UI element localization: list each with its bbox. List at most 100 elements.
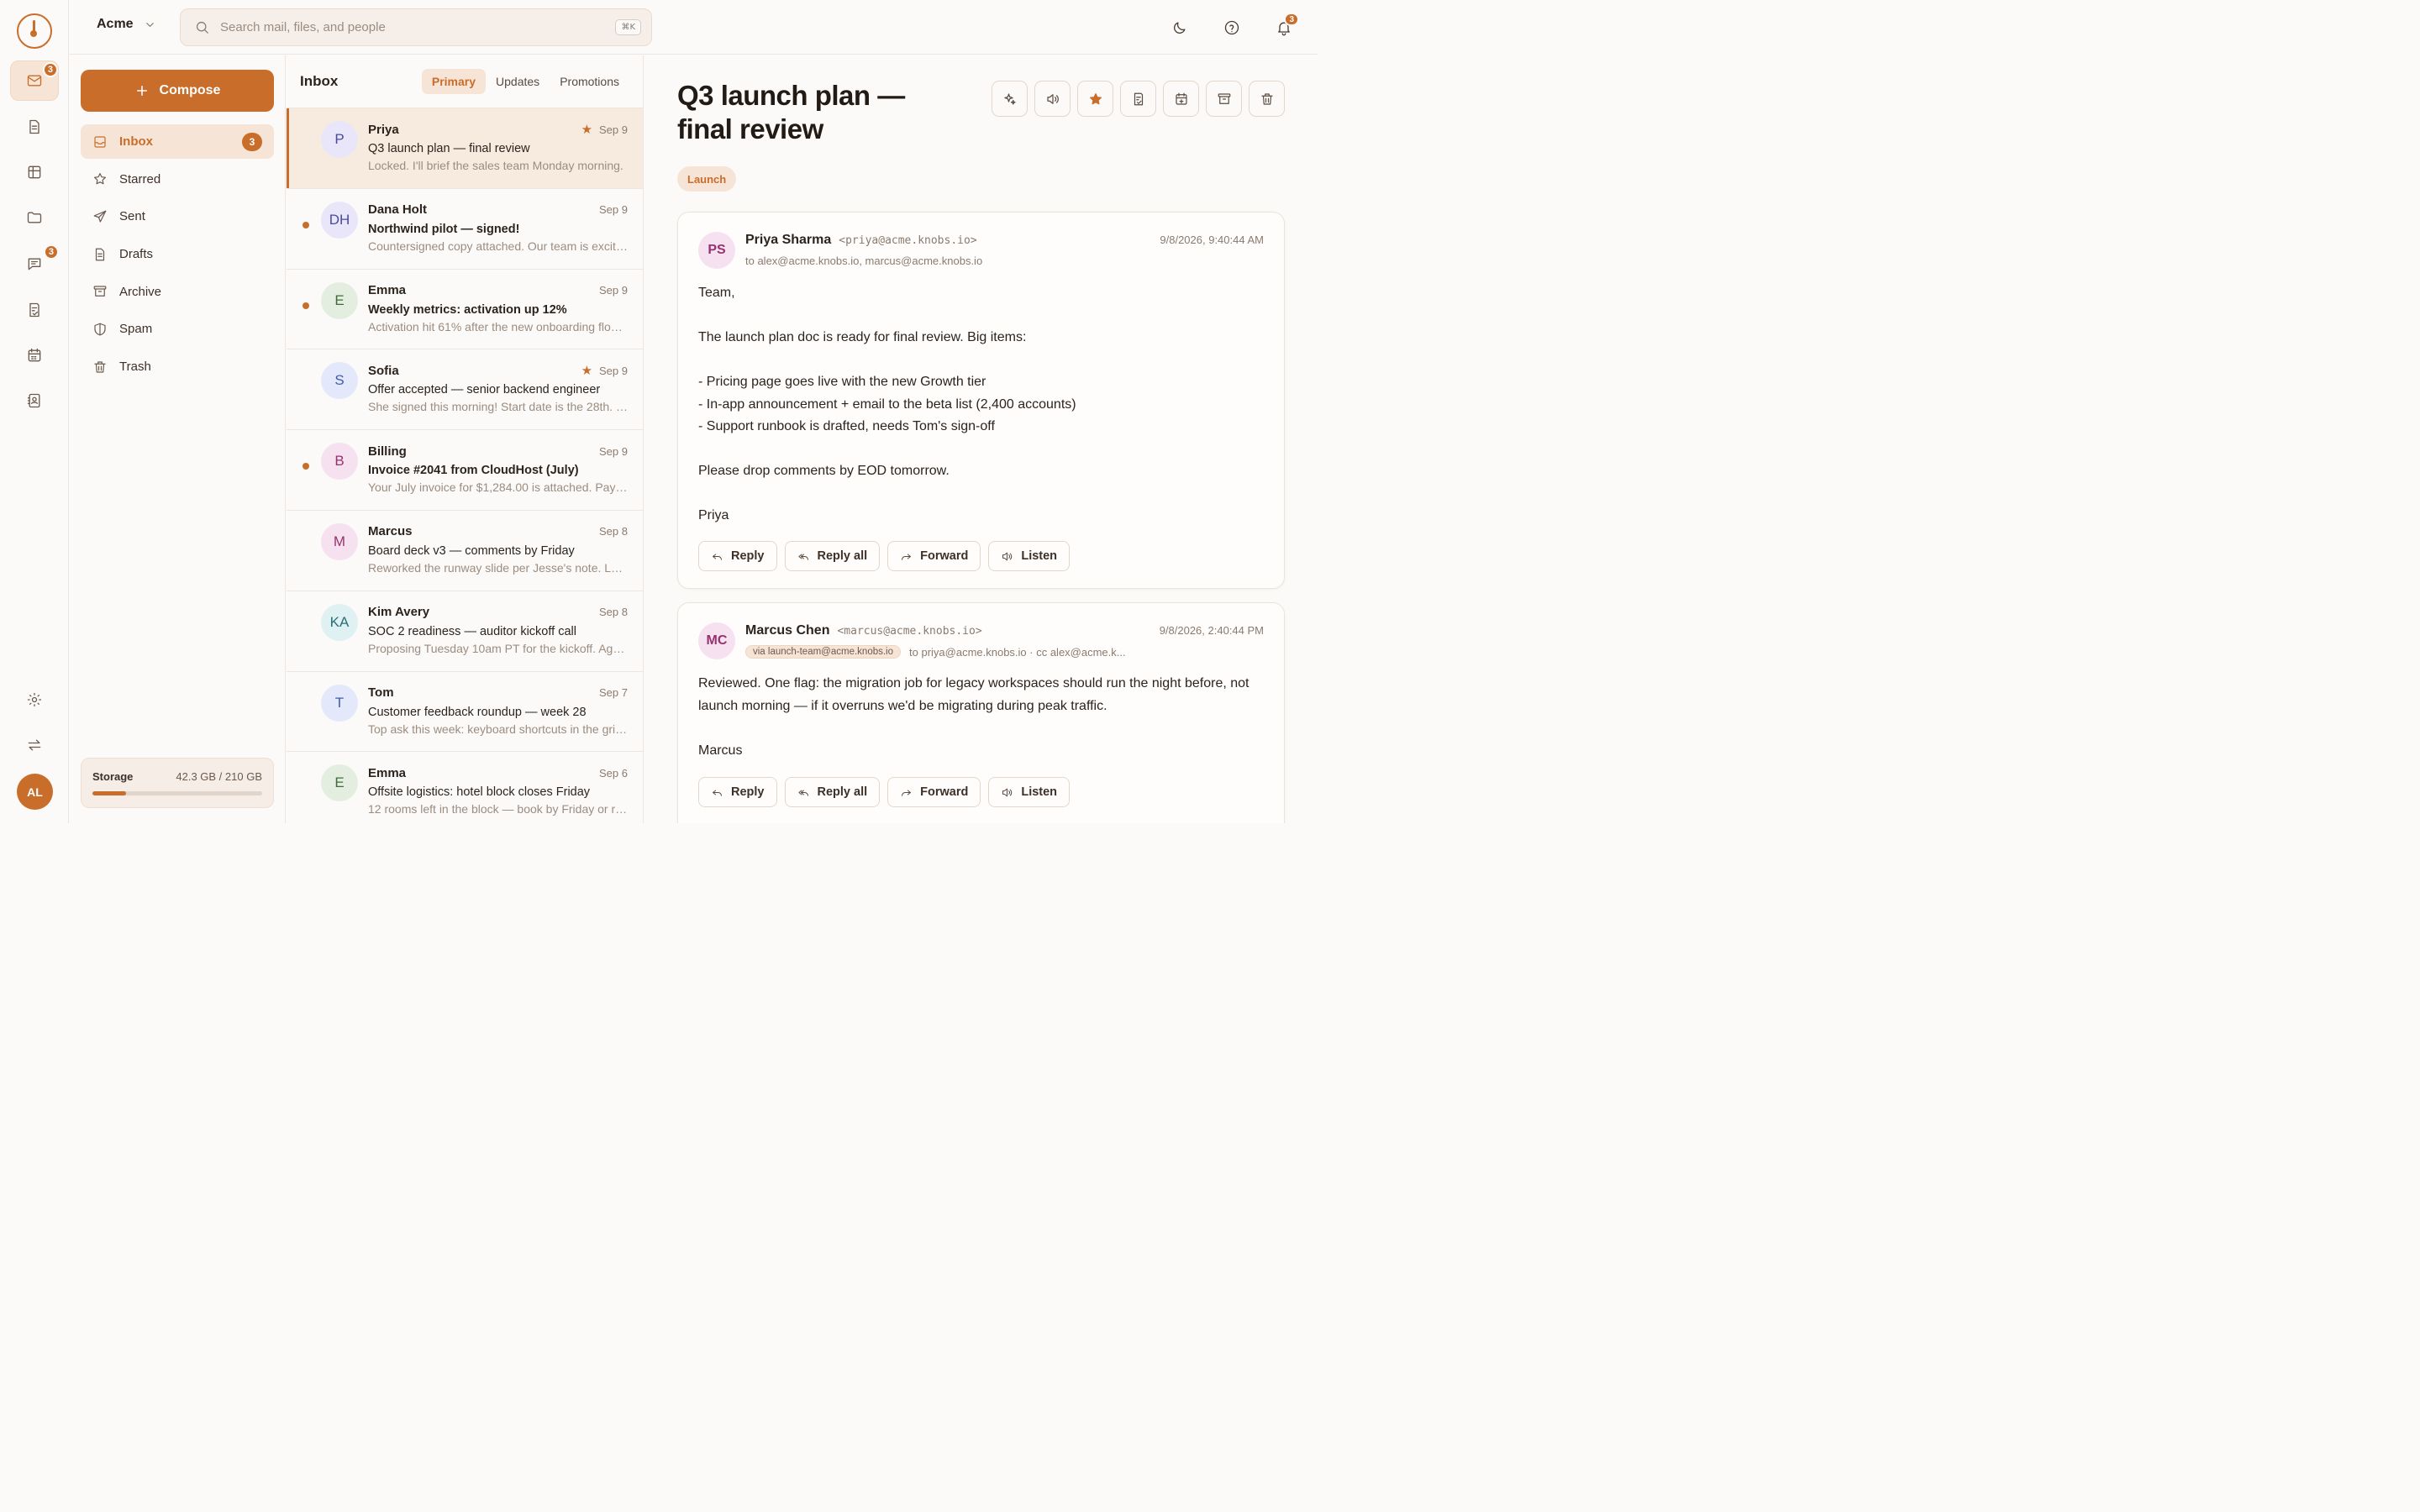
ai-assist-button[interactable]	[992, 81, 1028, 117]
delete-thread-button[interactable]	[1249, 81, 1285, 117]
avatar: PS	[698, 232, 735, 269]
message-date: Sep 9	[599, 203, 628, 217]
thread-label[interactable]: Launch	[677, 166, 737, 192]
sender-email: <marcus@acme.knobs.io>	[837, 625, 982, 638]
app-logo[interactable]	[17, 13, 52, 49]
avatar: KA	[321, 603, 358, 641]
list-title: Inbox	[300, 73, 339, 89]
forward-button[interactable]: Forward	[887, 777, 981, 807]
sender-name: Kim Avery	[368, 605, 430, 620]
message-actions: Reply Reply all Forward Listen	[698, 777, 1071, 807]
sidebar-item-spam[interactable]: Spam	[81, 312, 274, 346]
message-list: Inbox Primary Updates Promotions P Priya ★…	[287, 55, 644, 823]
list-item[interactable]: M Marcus Sep 8 Board deck v3 — comments by …	[287, 511, 643, 591]
list-item[interactable]: P Priya ★ Sep 9 Q3 launch plan — final revie…	[287, 108, 643, 189]
rail-contacts-button[interactable]	[10, 381, 59, 421]
avatar-initials: S	[334, 372, 345, 389]
document-icon	[29, 119, 39, 134]
avatar-initials: PS	[708, 243, 726, 257]
reply-icon	[713, 790, 722, 796]
sender-name[interactable]: Marcus Chen	[745, 623, 829, 638]
sidebar-item-inbox[interactable]: Inbox 3	[81, 124, 274, 159]
star-icon[interactable]: ★	[581, 363, 592, 378]
search-input[interactable]	[220, 20, 616, 34]
summarize-button[interactable]	[1120, 81, 1156, 117]
list-tabs: Primary Updates Promotions	[421, 69, 629, 94]
inbox-icon	[94, 135, 106, 148]
rail-calendar-button[interactable]	[10, 335, 59, 375]
sidebar-item-label: Drafts	[119, 247, 154, 262]
list-item[interactable]: T Tom Sep 7 Customer feedback roundup — wee…	[287, 672, 643, 753]
list-item[interactable]: B Billing Sep 9 Invoice #2041 from CloudHos…	[287, 430, 643, 511]
rail-switch-button[interactable]	[10, 725, 59, 765]
message-preview: Countersigned copy attached. Our team is…	[368, 239, 628, 253]
list-header: Inbox Primary Updates Promotions	[287, 55, 643, 108]
reply-all-button[interactable]: Reply all	[784, 777, 881, 807]
sender-name[interactable]: Priya Sharma	[745, 233, 831, 248]
reply-button[interactable]: Reply	[698, 777, 777, 807]
message-preview: Proposing Tuesday 10am PT for the kickof…	[368, 641, 628, 655]
storage-meter: Storage 42.3 GB / 210 GB	[81, 758, 274, 808]
notifications-button[interactable]: 3	[1267, 11, 1301, 45]
sidebar-item-sent[interactable]: Sent	[81, 199, 274, 234]
rail-mail-button[interactable]: 3	[10, 60, 59, 101]
rail-settings-button[interactable]	[10, 680, 59, 720]
theme-toggle-button[interactable]	[1163, 11, 1197, 45]
list-item[interactable]: DH Dana Holt Sep 9 Northwind pilot — signed…	[287, 189, 643, 270]
rail-tasks-button[interactable]	[10, 290, 59, 330]
user-avatar[interactable]: AL	[17, 774, 53, 810]
list-item[interactable]: S Sofia ★ Sep 9 Offer accepted — senior back…	[287, 349, 643, 431]
listen-button[interactable]: Listen	[988, 777, 1071, 807]
rail-files-button[interactable]	[10, 197, 59, 238]
contacts-icon	[27, 393, 40, 408]
reply-all-button[interactable]: Reply all	[784, 541, 881, 571]
add-to-calendar-button[interactable]	[1163, 81, 1199, 117]
workspace-switcher[interactable]: Acme	[97, 17, 156, 32]
rail-sheets-button[interactable]	[10, 152, 59, 192]
message-subject: SOC 2 readiness — auditor kickoff call	[368, 624, 576, 638]
mail-icon	[27, 75, 42, 87]
message-rows: P Priya ★ Sep 9 Q3 launch plan — final revie…	[287, 108, 643, 823]
sidebar-item-label: Starred	[119, 171, 161, 186]
sidebar-item-trash[interactable]: Trash	[81, 349, 274, 384]
app-rail: 3 3 AL	[0, 0, 69, 823]
star-thread-button[interactable]	[1077, 81, 1113, 117]
avatar-initials: E	[334, 291, 345, 308]
sender-name: Emma	[368, 765, 407, 780]
calendar-icon	[28, 348, 41, 362]
message-subject: Board deck v3 — comments by Friday	[368, 543, 575, 558]
sidebar-item-drafts[interactable]: Drafts	[81, 237, 274, 271]
via-chip: via launch-team@acme.knobs.io	[745, 645, 902, 659]
reply-all-icon	[797, 790, 808, 796]
forward-button[interactable]: Forward	[887, 541, 981, 571]
archive-thread-button[interactable]	[1206, 81, 1242, 117]
moon-icon	[1174, 22, 1186, 34]
rail-docs-button[interactable]	[10, 107, 59, 147]
tab-promotions[interactable]: Promotions	[550, 69, 629, 94]
rail-chat-button[interactable]: 3	[10, 244, 59, 284]
tab-updates[interactable]: Updates	[486, 69, 550, 94]
list-item[interactable]: KA Kim Avery Sep 8 SOC 2 readiness — audito…	[287, 591, 643, 672]
message-preview: Activation hit 61% after the new onboard…	[368, 319, 628, 333]
help-icon	[1224, 20, 1239, 35]
search-bar: ⌘K	[180, 8, 652, 46]
list-item[interactable]: E Emma Sep 6 Offsite logistics: hotel block…	[287, 752, 643, 823]
sidebar-item-starred[interactable]: Starred	[81, 162, 274, 197]
help-button[interactable]	[1215, 11, 1249, 45]
sender-email: <priya@acme.knobs.io>	[839, 234, 977, 247]
storage-value: 42.3 GB / 210 GB	[176, 770, 262, 783]
sidebar-item-archive[interactable]: Archive	[81, 275, 274, 309]
read-aloud-button[interactable]	[1034, 81, 1071, 117]
message-date: Sep 9	[599, 364, 628, 377]
reading-pane: Q3 launch plan — final review Launch PS …	[644, 55, 1318, 823]
reply-all-icon	[797, 554, 808, 560]
listen-button[interactable]: Listen	[988, 541, 1071, 571]
message-preview: Your July invoice for $1,284.00 is attac…	[368, 480, 628, 495]
tab-primary[interactable]: Primary	[421, 69, 487, 94]
reply-button[interactable]: Reply	[698, 541, 777, 571]
star-icon[interactable]: ★	[581, 122, 592, 137]
compose-button[interactable]: Compose	[81, 70, 274, 112]
recipients: to priya@acme.knobs.io · cc alex@acme.k.…	[909, 645, 1126, 659]
message-subject: Offsite logistics: hotel block closes Fr…	[368, 785, 591, 800]
list-item[interactable]: E Emma Sep 9 Weekly metrics: activation up …	[287, 270, 643, 350]
